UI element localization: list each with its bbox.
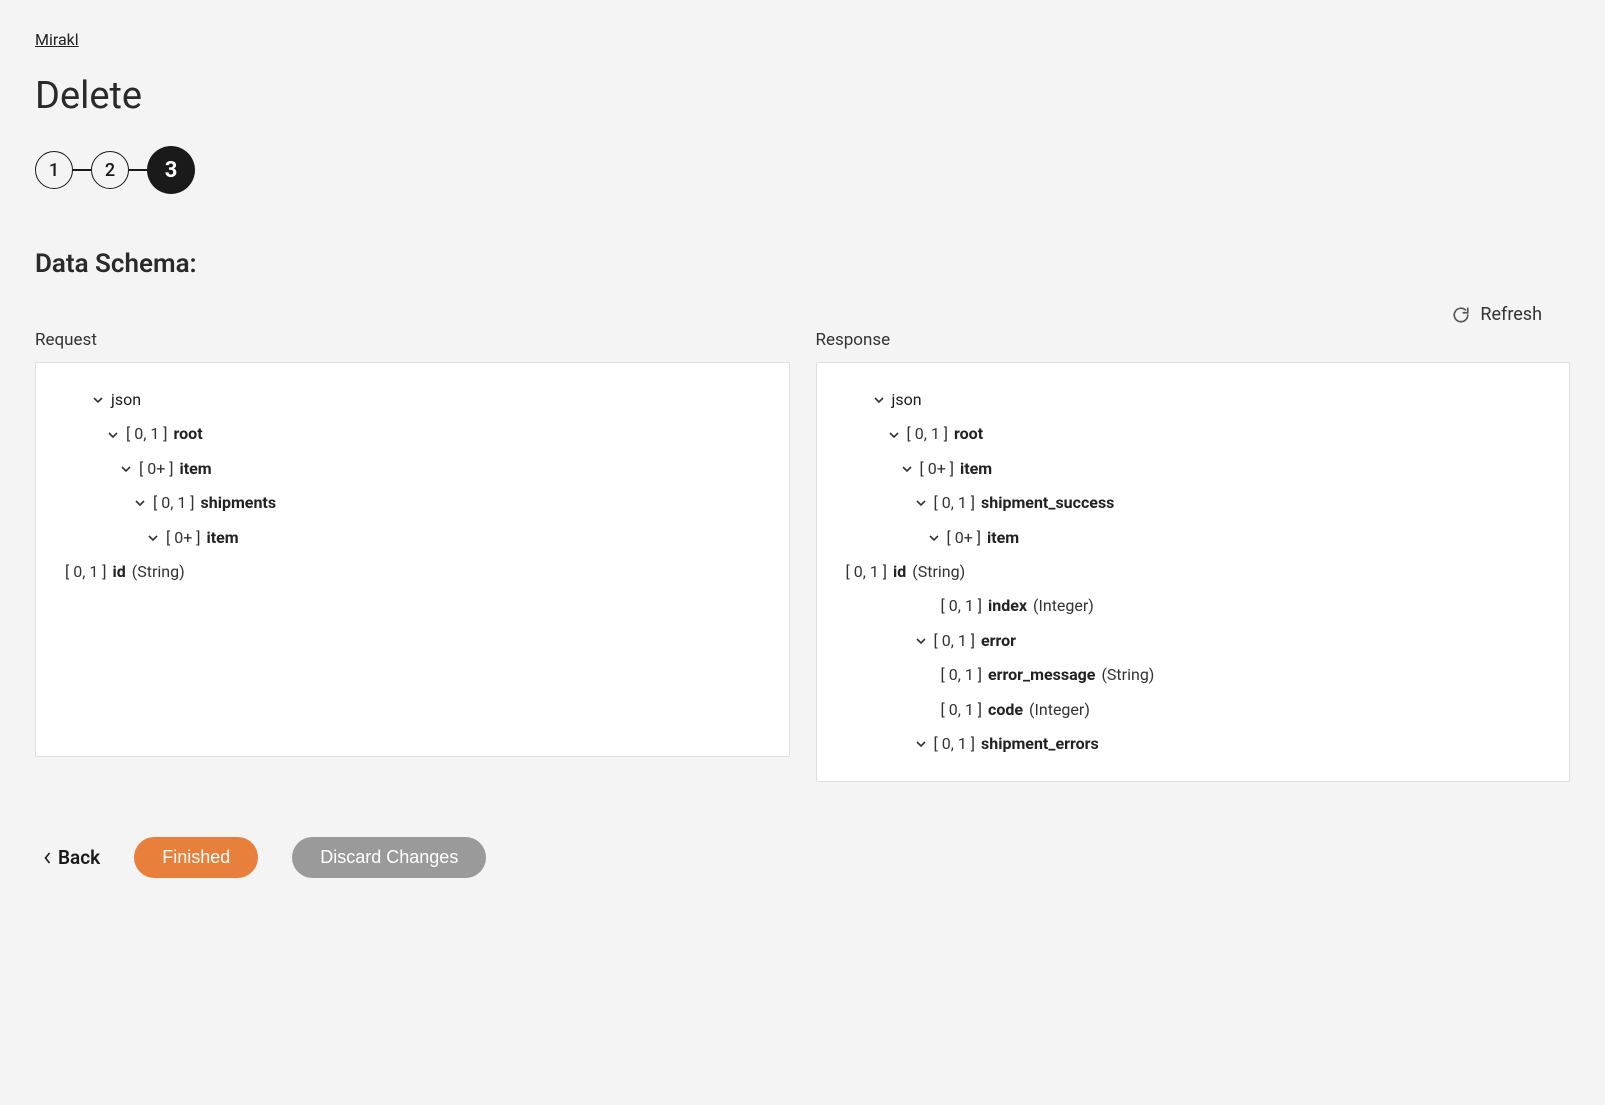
tree-node-error[interactable]: [ 0, 1 ] error (832, 624, 1555, 658)
back-label: Back (58, 846, 100, 869)
tree-node-shipment-errors[interactable]: [ 0, 1 ] shipment_errors (832, 727, 1555, 761)
node-cardinality: [ 0, 1 ] (934, 733, 976, 755)
node-cardinality: [ 0, 1 ] (907, 423, 949, 445)
refresh-icon[interactable] (1452, 306, 1470, 324)
chevron-left-icon (43, 851, 52, 865)
node-name: root (174, 423, 203, 445)
node-name: shipment_success (981, 492, 1114, 514)
chevron-down-icon[interactable] (133, 497, 147, 509)
response-panel: json [ 0, 1 ] root [ 0+ ] item [ 0, 1 ] … (816, 362, 1571, 782)
node-name: item (180, 458, 212, 480)
node-cardinality: [ 0+ ] (166, 527, 201, 549)
node-cardinality: [ 0, 1 ] (941, 699, 983, 721)
node-cardinality: [ 0, 1 ] (65, 561, 107, 583)
back-button[interactable]: Back (43, 846, 100, 869)
tree-node-json[interactable]: json (51, 383, 774, 417)
chevron-down-icon[interactable] (914, 635, 928, 647)
refresh-button[interactable]: Refresh (1480, 304, 1542, 325)
node-type: (Integer) (1029, 699, 1090, 721)
breadcrumb-link[interactable]: Mirakl (35, 30, 79, 49)
node-cardinality: [ 0, 1 ] (126, 423, 168, 445)
chevron-down-icon[interactable] (887, 429, 901, 441)
tree-node-shipment-success[interactable]: [ 0, 1 ] shipment_success (832, 486, 1555, 520)
chevron-down-icon[interactable] (91, 394, 105, 406)
node-name: item (207, 527, 239, 549)
tree-node-shipments[interactable]: [ 0, 1 ] shipments (51, 486, 774, 520)
tree-node-json[interactable]: json (832, 383, 1555, 417)
chevron-down-icon[interactable] (146, 532, 160, 544)
tree-node-root[interactable]: [ 0, 1 ] root (51, 417, 774, 451)
node-name: root (954, 423, 983, 445)
step-2[interactable]: 2 (91, 151, 129, 189)
node-cardinality: [ 0, 1 ] (846, 561, 888, 583)
step-1[interactable]: 1 (35, 151, 73, 189)
node-cardinality: [ 0+ ] (139, 458, 174, 480)
node-name: id (893, 561, 906, 583)
step-3[interactable]: 3 (147, 146, 195, 194)
node-type: (String) (132, 561, 185, 583)
tree-node-root[interactable]: [ 0, 1 ] root (832, 417, 1555, 451)
chevron-down-icon[interactable] (106, 429, 120, 441)
tree-node-error-message[interactable]: [ 0, 1 ] error_message (String) (832, 658, 1555, 692)
tree-node-id[interactable]: [ 0, 1 ] id (String) (832, 555, 1555, 589)
node-name: code (988, 699, 1023, 721)
chevron-down-icon[interactable] (927, 532, 941, 544)
tree-node-index[interactable]: [ 0, 1 ] index (Integer) (832, 589, 1555, 623)
tree-node-item[interactable]: [ 0+ ] item (51, 521, 774, 555)
finished-button[interactable]: Finished (134, 837, 258, 878)
node-type: (String) (912, 561, 965, 583)
stepper: 1 2 3 (35, 146, 1570, 194)
node-name: error (981, 630, 1016, 652)
response-header: Response (816, 330, 1571, 350)
node-cardinality: [ 0, 1 ] (934, 492, 976, 514)
request-column: Request json [ 0, 1 ] root [ 0+ ] item [… (35, 330, 790, 782)
node-label: json (111, 389, 141, 411)
section-title: Data Schema: (35, 249, 1570, 279)
request-header: Request (35, 330, 790, 350)
node-name: index (988, 595, 1027, 617)
chevron-down-icon[interactable] (119, 463, 133, 475)
response-column: Response json [ 0, 1 ] root [ 0+ ] item … (816, 330, 1571, 782)
node-name: item (987, 527, 1019, 549)
node-type: (String) (1101, 664, 1154, 686)
request-panel: json [ 0, 1 ] root [ 0+ ] item [ 0, 1 ] … (35, 362, 790, 757)
node-name: shipment_errors (981, 733, 1099, 755)
node-cardinality: [ 0, 1 ] (941, 595, 983, 617)
page-title: Delete (35, 74, 1570, 118)
tree-node-code[interactable]: [ 0, 1 ] code (Integer) (832, 693, 1555, 727)
tree-node-item[interactable]: [ 0+ ] item (832, 521, 1555, 555)
tree-node-item[interactable]: [ 0+ ] item (832, 452, 1555, 486)
node-cardinality: [ 0+ ] (920, 458, 955, 480)
node-name: id (113, 561, 126, 583)
node-type: (Integer) (1033, 595, 1094, 617)
node-name: item (960, 458, 992, 480)
step-connector (129, 169, 147, 171)
tree-node-item[interactable]: [ 0+ ] item (51, 452, 774, 486)
node-cardinality: [ 0+ ] (947, 527, 982, 549)
chevron-down-icon[interactable] (914, 738, 928, 750)
tree-node-id[interactable]: [ 0, 1 ] id (String) (51, 555, 774, 589)
node-label: json (892, 389, 922, 411)
chevron-down-icon[interactable] (872, 394, 886, 406)
node-name: error_message (988, 664, 1095, 686)
node-name: shipments (201, 492, 277, 514)
chevron-down-icon[interactable] (900, 463, 914, 475)
step-connector (73, 169, 91, 171)
node-cardinality: [ 0, 1 ] (941, 664, 983, 686)
node-cardinality: [ 0, 1 ] (153, 492, 195, 514)
chevron-down-icon[interactable] (914, 497, 928, 509)
discard-button[interactable]: Discard Changes (292, 837, 486, 878)
node-cardinality: [ 0, 1 ] (934, 630, 976, 652)
